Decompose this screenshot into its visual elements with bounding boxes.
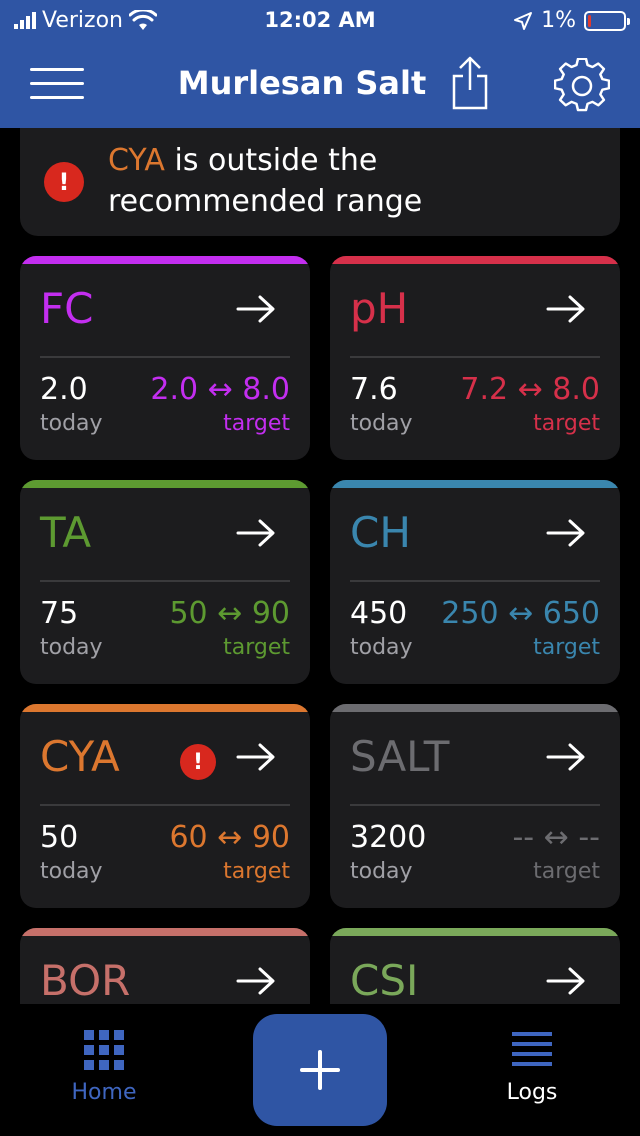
arrow-right-icon — [546, 295, 585, 323]
card-title: pH — [350, 284, 409, 333]
target-range: 7.2 ↔ 8.0 — [460, 372, 600, 407]
chem-card-ch[interactable]: CH 450 today 250 ↔ 650 target — [330, 480, 620, 684]
today-value: 7.6 — [350, 372, 398, 407]
plus-icon — [300, 1050, 340, 1090]
card-title: SALT — [350, 732, 450, 781]
card-divider — [350, 804, 600, 806]
card-accent-bar — [330, 928, 620, 936]
target-label: target — [223, 859, 290, 884]
target-range: 250 ↔ 650 — [441, 596, 600, 631]
card-divider — [350, 356, 600, 358]
gear-icon[interactable] — [554, 58, 610, 114]
chem-card-ta[interactable]: TA 75 today 50 ↔ 90 target — [20, 480, 310, 684]
arrow-right-icon — [236, 519, 275, 547]
card-title: CH — [350, 508, 411, 557]
today-value: 2.0 — [40, 372, 88, 407]
nav-bar: Murlesan Salt — [0, 44, 640, 128]
battery-icon — [584, 10, 630, 31]
card-accent-bar — [20, 480, 310, 488]
target-range: 60 ↔ 90 — [169, 820, 290, 855]
card-divider — [350, 580, 600, 582]
chem-card-fc[interactable]: FC 2.0 today 2.0 ↔ 8.0 target — [20, 256, 310, 460]
today-label: today — [350, 635, 413, 660]
card-accent-bar — [20, 704, 310, 712]
card-title: TA — [40, 508, 92, 557]
today-value: 3200 — [350, 820, 427, 855]
arrow-right-icon — [546, 967, 585, 995]
card-accent-bar — [330, 256, 620, 264]
card-title: CSI — [350, 956, 419, 1005]
alert-highlight: CYA — [108, 143, 165, 178]
status-right: 1% — [513, 8, 630, 33]
today-label: today — [40, 411, 103, 436]
card-accent-bar — [330, 480, 620, 488]
target-range: 2.0 ↔ 8.0 — [150, 372, 290, 407]
card-title: BOR — [40, 956, 131, 1005]
card-divider — [40, 580, 290, 582]
chem-card-ph[interactable]: pH 7.6 today 7.2 ↔ 8.0 target — [330, 256, 620, 460]
target-range: 50 ↔ 90 — [169, 596, 290, 631]
target-label: target — [533, 859, 600, 884]
card-title: FC — [40, 284, 94, 333]
target-label: target — [223, 411, 290, 436]
chem-card-cya[interactable]: CYA! 50 today 60 ↔ 90 target — [20, 704, 310, 908]
arrow-right-icon — [546, 519, 585, 547]
share-icon[interactable] — [448, 54, 492, 112]
battery-fill — [588, 14, 591, 27]
target-range: -- ↔ -- — [512, 820, 600, 855]
today-value: 50 — [40, 820, 79, 855]
today-label: today — [350, 859, 413, 884]
location-arrow-icon — [514, 11, 533, 30]
add-log-button[interactable] — [253, 1014, 387, 1126]
today-value: 450 — [350, 596, 408, 631]
alert-message: CYA is outside the recommended range — [108, 140, 598, 222]
today-label: today — [40, 859, 103, 884]
target-label: target — [533, 411, 600, 436]
status-bar: Verizon 12:02 AM 1% — [0, 0, 640, 40]
alert-line1: is outside the — [164, 143, 378, 178]
tab-logs-label: Logs — [506, 1080, 558, 1105]
alert-line2: recommended range — [108, 184, 423, 219]
range-alert-card[interactable]: ! CYA is outside the recommended range — [20, 128, 620, 236]
tab-bar: Home Logs — [0, 1004, 640, 1136]
list-icon — [512, 1032, 552, 1066]
card-accent-bar — [20, 928, 310, 936]
card-accent-bar — [330, 704, 620, 712]
card-divider — [40, 804, 290, 806]
today-label: today — [350, 411, 413, 436]
app-header: Verizon 12:02 AM 1% Murlesan Salt — [0, 0, 640, 128]
battery-percent: 1% — [541, 8, 576, 33]
card-accent-bar — [20, 256, 310, 264]
page-title: Murlesan Salt — [177, 64, 427, 102]
target-label: target — [533, 635, 600, 660]
tab-home[interactable]: Home — [14, 1030, 194, 1105]
card-title: CYA — [40, 732, 120, 781]
arrow-right-icon — [236, 743, 275, 771]
grid-icon — [84, 1030, 124, 1070]
warning-icon: ! — [180, 744, 216, 780]
target-label: target — [223, 635, 290, 660]
alert-icon: ! — [44, 162, 84, 202]
arrow-right-icon — [236, 967, 275, 995]
tab-home-label: Home — [71, 1080, 137, 1105]
arrow-right-icon — [236, 295, 275, 323]
today-label: today — [40, 635, 103, 660]
today-value: 75 — [40, 596, 79, 631]
chem-card-salt[interactable]: SALT 3200 today -- ↔ -- target — [330, 704, 620, 908]
tab-logs[interactable]: Logs — [442, 1030, 622, 1105]
card-divider — [40, 356, 290, 358]
arrow-right-icon — [546, 743, 585, 771]
